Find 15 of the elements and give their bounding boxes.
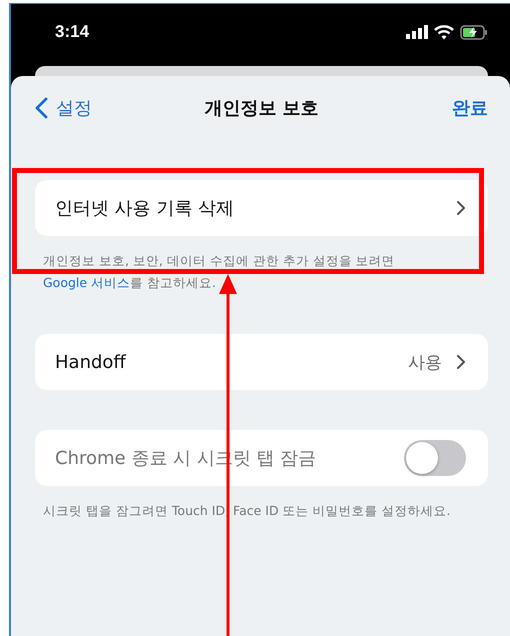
back-button[interactable]: 설정 (35, 96, 92, 120)
chevron-right-icon[interactable] (456, 354, 466, 370)
status-time: 3:14 (55, 22, 90, 42)
back-chevron-icon (35, 97, 48, 119)
wifi-icon (434, 24, 454, 40)
google-services-link[interactable]: Google 서비스 (43, 275, 130, 290)
page-title: 개인정보 보호 (204, 97, 319, 120)
signal-icon (406, 25, 428, 39)
battery-charging-icon (460, 24, 488, 40)
row-label[interactable]: 인터넷 사용 기록 삭제 (55, 196, 234, 220)
done-button[interactable]: 완료 (452, 96, 488, 120)
row-label[interactable]: Handoff (55, 352, 126, 372)
row-value: 사용 (408, 352, 442, 374)
chevron-right-icon[interactable] (456, 200, 466, 216)
footnote-text: 개인정보 보호, 보안, 데이터 수집에 관한 추가 설정을 보려면 Google 서비스를 참고하세요. (43, 252, 396, 292)
